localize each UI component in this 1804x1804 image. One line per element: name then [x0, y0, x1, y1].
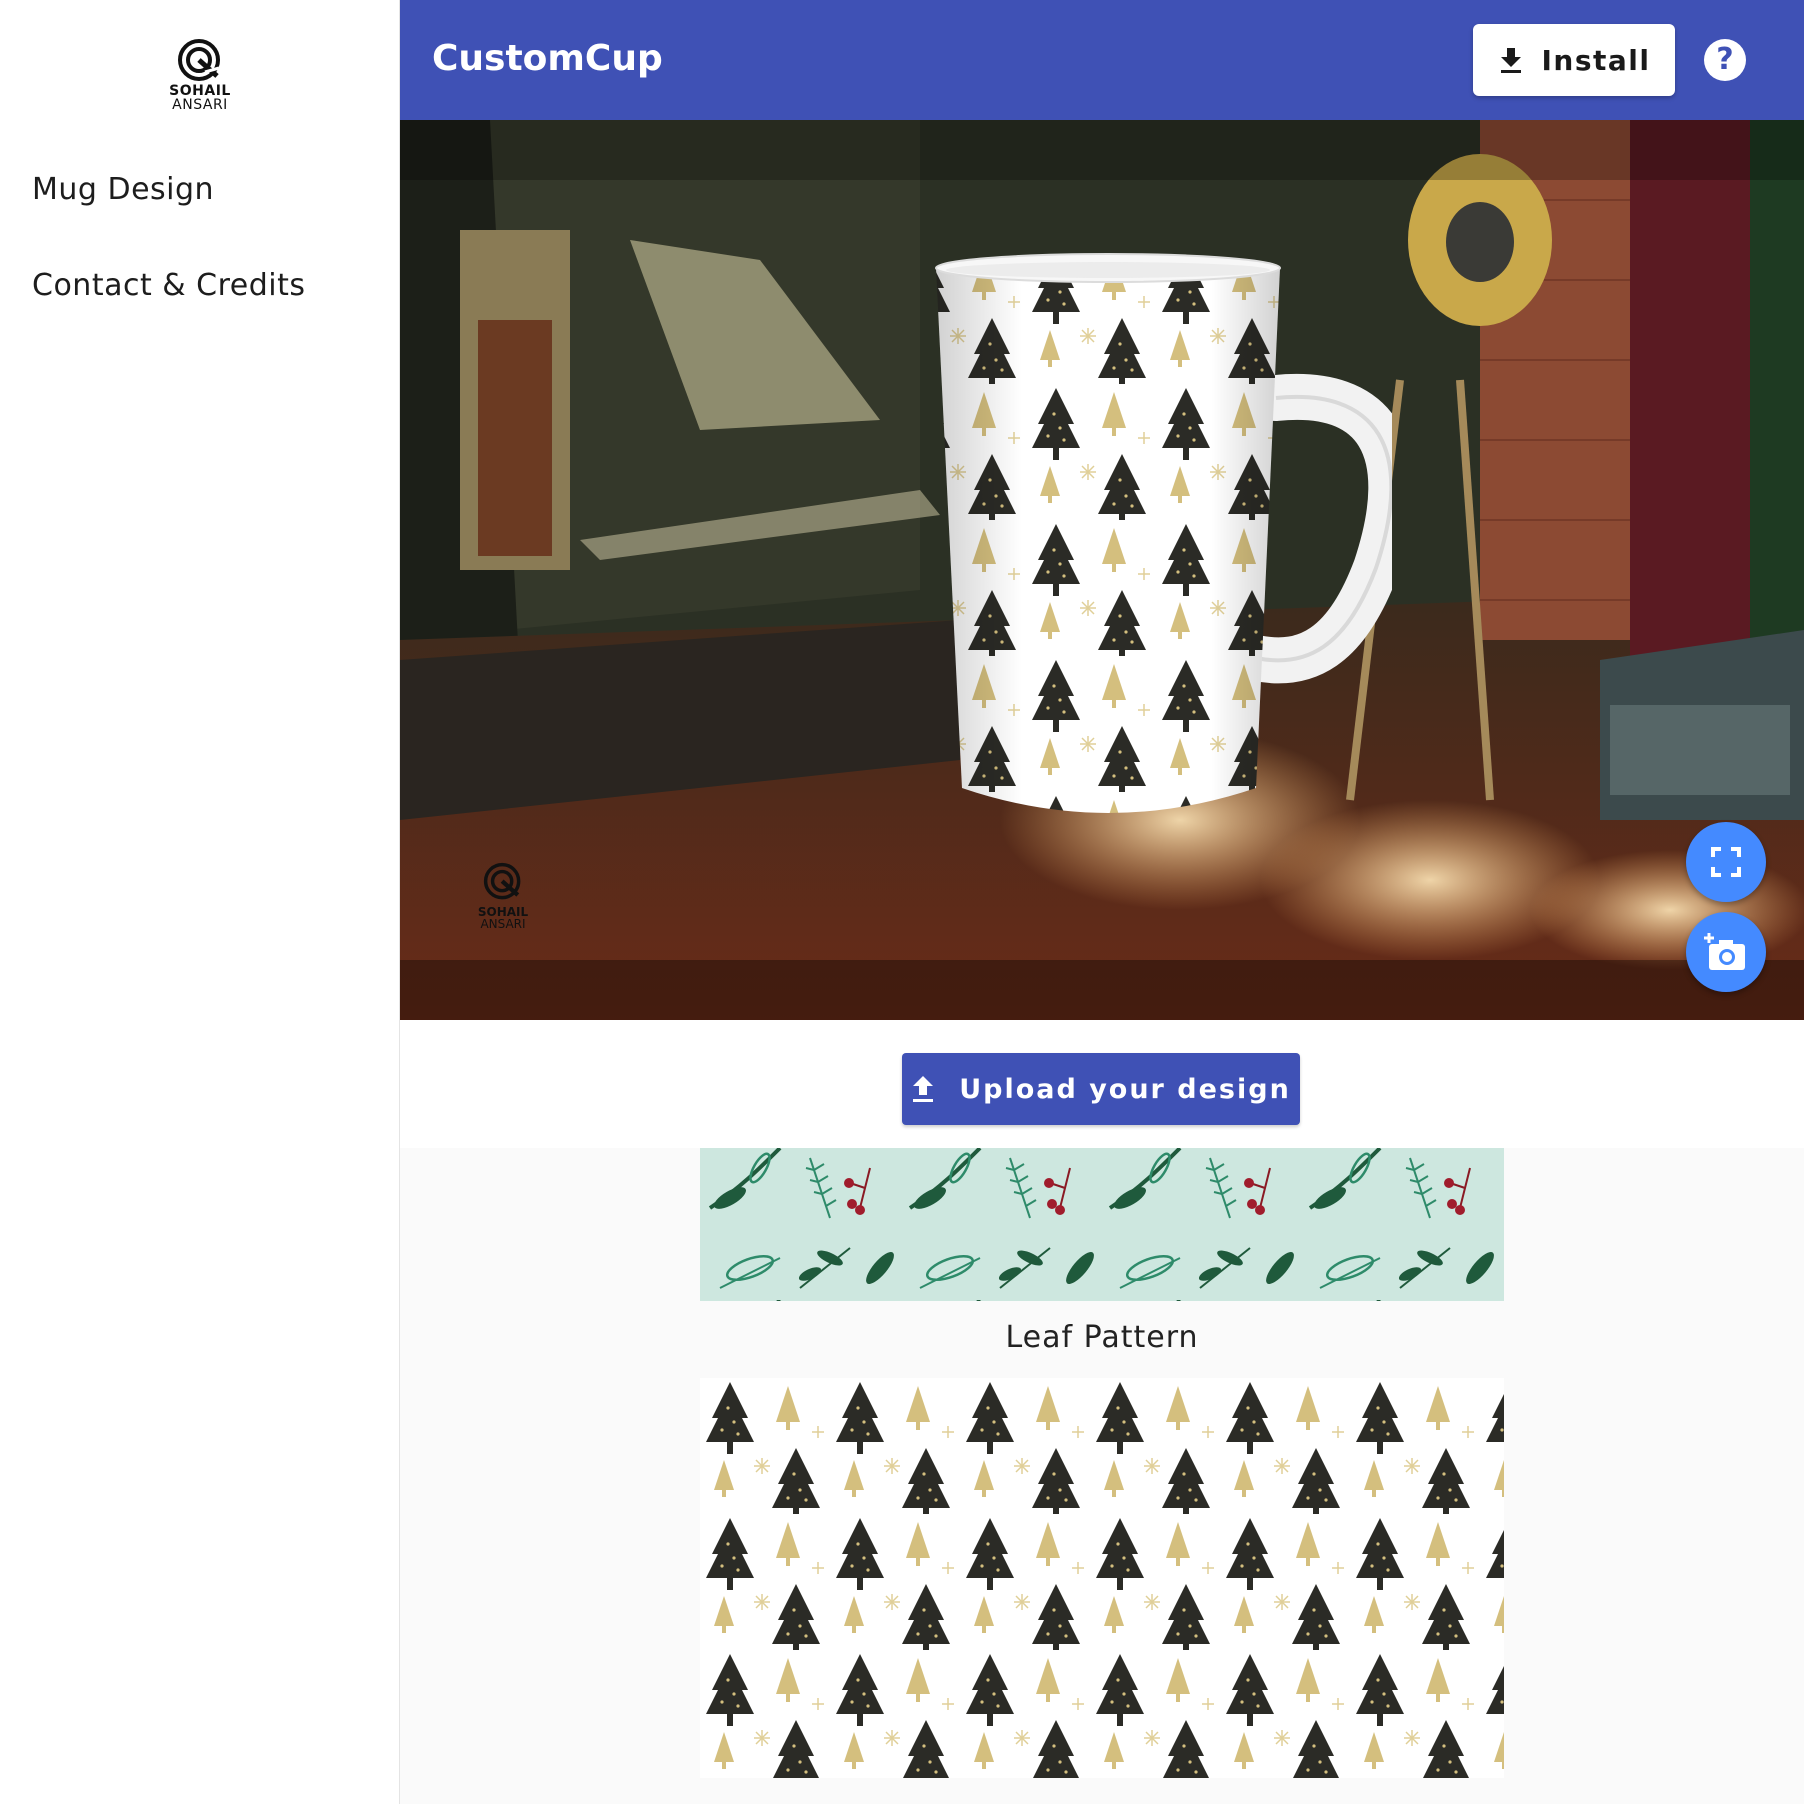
nav-contact-credits[interactable]: Contact & Credits: [32, 268, 306, 303]
app-root: SOHAIL ANSARI Mug Design Contact & Credi…: [0, 0, 1804, 1804]
logo-mark-icon: [178, 39, 220, 81]
watermark-logo-icon: [483, 862, 521, 900]
install-button[interactable]: Install: [1473, 24, 1675, 96]
pattern-caption: Leaf Pattern: [1005, 1320, 1199, 1355]
mug-3d-viewer[interactable]: SOHAIL ANSARI: [400, 120, 1804, 1020]
watermark-line2: ANSARI: [480, 917, 526, 931]
sidebar: SOHAIL ANSARI Mug Design Contact & Credi…: [0, 0, 400, 1804]
screenshot-button[interactable]: [1686, 912, 1766, 992]
fullscreen-icon: [1711, 847, 1741, 877]
install-label: Install: [1541, 43, 1651, 77]
help-button[interactable]: ?: [1704, 39, 1746, 81]
upload-label: Upload your design: [959, 1073, 1291, 1105]
app-title: CustomCup: [432, 38, 663, 79]
upload-section: Upload your design: [400, 1020, 1804, 1148]
brand-logo: SOHAIL ANSARI: [160, 38, 240, 122]
mug-model[interactable]: [896, 248, 1392, 828]
nav-mug-design[interactable]: Mug Design: [32, 172, 214, 207]
download-icon: [1500, 48, 1521, 73]
top-app-bar: CustomCup Install ?: [400, 0, 1804, 120]
leaf-pattern-thumbnail[interactable]: [700, 1148, 1504, 1301]
upload-design-button[interactable]: Upload your design: [902, 1053, 1300, 1125]
watermark-logo: SOHAIL ANSARI: [472, 862, 534, 930]
brand-name-line2: ANSARI: [172, 97, 228, 113]
help-icon: ?: [1716, 42, 1734, 77]
add-photo-icon: [1704, 933, 1745, 970]
upload-icon: [913, 1076, 934, 1102]
brand-name-line1: SOHAIL: [169, 83, 231, 99]
fullscreen-button[interactable]: [1686, 822, 1766, 902]
tree-pattern-thumbnail[interactable]: [700, 1378, 1504, 1778]
pattern-gallery: Leaf Pattern: [400, 1148, 1804, 1804]
